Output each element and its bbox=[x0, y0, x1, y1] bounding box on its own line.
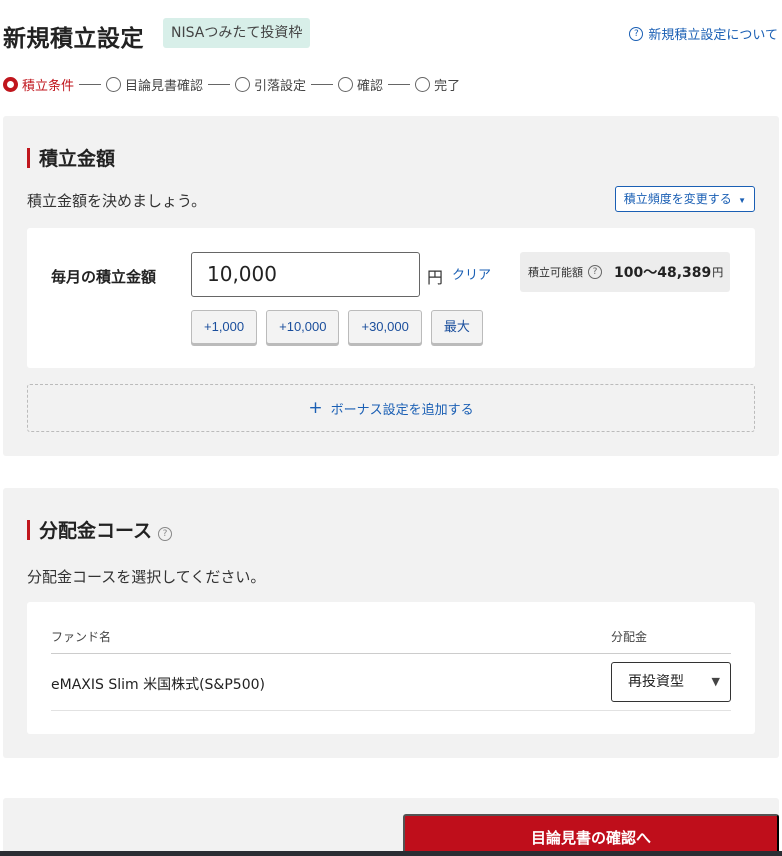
amount-section-title: 積立金額 bbox=[27, 144, 115, 171]
range-value: 100〜48,389 bbox=[614, 265, 712, 281]
distribution-section-title: 分配金コース ? bbox=[27, 516, 173, 543]
step-connector bbox=[208, 83, 231, 85]
step-confirm: 確認 bbox=[338, 75, 383, 94]
confirm-prospectus-button[interactable]: 目論見書の確認へ bbox=[403, 814, 779, 856]
amount-card: 毎月の積立金額 10,000 円 クリア 積立可能額 ? 100〜48,389 … bbox=[27, 228, 755, 368]
change-frequency-button[interactable]: 積立頻度を変更する ▼ bbox=[614, 186, 755, 212]
step-connector bbox=[388, 83, 411, 85]
chevron-down-icon: ▼ bbox=[738, 196, 746, 205]
question-circle-icon: ? bbox=[629, 26, 644, 41]
table-row: eMAXIS Slim 米国株式(S&P500) 再投資型 ▼ bbox=[51, 654, 731, 711]
available-range: 積立可能額 ? 100〜48,389 円 bbox=[520, 252, 730, 292]
add-bonus-setting-button[interactable]: + ボーナス設定を追加する bbox=[27, 384, 755, 432]
step-connector bbox=[79, 83, 102, 85]
step-conditions: 積立条件 bbox=[3, 75, 74, 94]
step-withdrawal: 引落設定 bbox=[235, 75, 306, 94]
footer-panel: 目論見書の確認へ bbox=[3, 798, 779, 856]
step-indicator bbox=[338, 76, 354, 92]
fund-name: eMAXIS Slim 米国株式(S&P500) bbox=[51, 677, 265, 693]
nisa-badge: NISAつみたて投資枠 bbox=[163, 18, 311, 48]
monthly-amount-label: 毎月の積立金額 bbox=[51, 268, 157, 286]
step-indicator bbox=[235, 76, 251, 92]
amount-description: 積立金額を決めましょう。 bbox=[27, 192, 207, 210]
help-link-label: 新規積立設定について bbox=[648, 28, 778, 43]
clear-link[interactable]: クリア bbox=[452, 264, 491, 283]
quick-amount-buttons: +1,000 +10,000 +30,000 最大 bbox=[191, 310, 492, 344]
page-header: 新規積立設定 NISAつみたて投資枠 ? 新規積立設定について bbox=[0, 16, 782, 56]
help-link[interactable]: ? 新規積立設定について bbox=[629, 24, 778, 43]
range-unit: 円 bbox=[712, 266, 724, 279]
step-label: 完了 bbox=[434, 78, 461, 94]
amount-panel: 積立金額 積立金額を決めましょう。 積立頻度を変更する ▼ 毎月の積立金額 10… bbox=[3, 116, 779, 456]
yen-unit: 円 bbox=[427, 268, 444, 287]
distribution-header: 分配金 bbox=[611, 630, 648, 644]
max-amount-button[interactable]: 最大 bbox=[430, 310, 483, 344]
add-1000-button[interactable]: +1,000 bbox=[191, 310, 258, 344]
bottom-bar bbox=[0, 851, 782, 856]
distribution-title-text: 分配金コース bbox=[39, 520, 153, 542]
fund-name-header: ファンド名 bbox=[51, 630, 112, 644]
step-complete: 完了 bbox=[415, 75, 460, 94]
step-indicator bbox=[106, 76, 122, 92]
range-label: 積立可能額 bbox=[528, 266, 583, 279]
distribution-panel: 分配金コース ? 分配金コースを選択してください。 ファンド名 分配金 eMAX… bbox=[3, 488, 779, 758]
distribution-description: 分配金コースを選択してください。 bbox=[27, 568, 266, 586]
table-header: ファンド名 分配金 bbox=[51, 626, 731, 654]
add-bonus-label: ボーナス設定を追加する bbox=[330, 402, 474, 418]
add-30000-button[interactable]: +30,000 bbox=[348, 310, 422, 344]
step-label: 目論見書確認 bbox=[125, 78, 204, 94]
step-indicator-active bbox=[3, 76, 18, 92]
change-frequency-label: 積立頻度を変更する bbox=[623, 192, 732, 206]
step-connector bbox=[311, 83, 334, 85]
monthly-amount-input[interactable]: 10,000 bbox=[191, 252, 420, 297]
step-label: 引落設定 bbox=[254, 78, 307, 94]
step-label: 確認 bbox=[357, 78, 384, 94]
question-circle-icon[interactable]: ? bbox=[588, 265, 602, 279]
step-label: 積立条件 bbox=[22, 78, 75, 94]
step-indicator bbox=[415, 76, 431, 92]
distribution-select[interactable]: 再投資型 ▼ bbox=[611, 662, 731, 702]
question-circle-icon[interactable]: ? bbox=[158, 519, 173, 541]
step-prospectus: 目論見書確認 bbox=[106, 75, 203, 94]
chevron-down-icon: ▼ bbox=[711, 675, 720, 688]
distribution-card: ファンド名 分配金 eMAXIS Slim 米国株式(S&P500) 再投資型 … bbox=[27, 602, 755, 734]
add-10000-button[interactable]: +10,000 bbox=[266, 310, 340, 344]
page-title: 新規積立設定 bbox=[3, 26, 144, 52]
plus-icon: + bbox=[308, 397, 323, 418]
progress-stepper: 積立条件 目論見書確認 引落設定 確認 完了 bbox=[3, 74, 460, 94]
distribution-select-value: 再投資型 bbox=[628, 674, 684, 690]
